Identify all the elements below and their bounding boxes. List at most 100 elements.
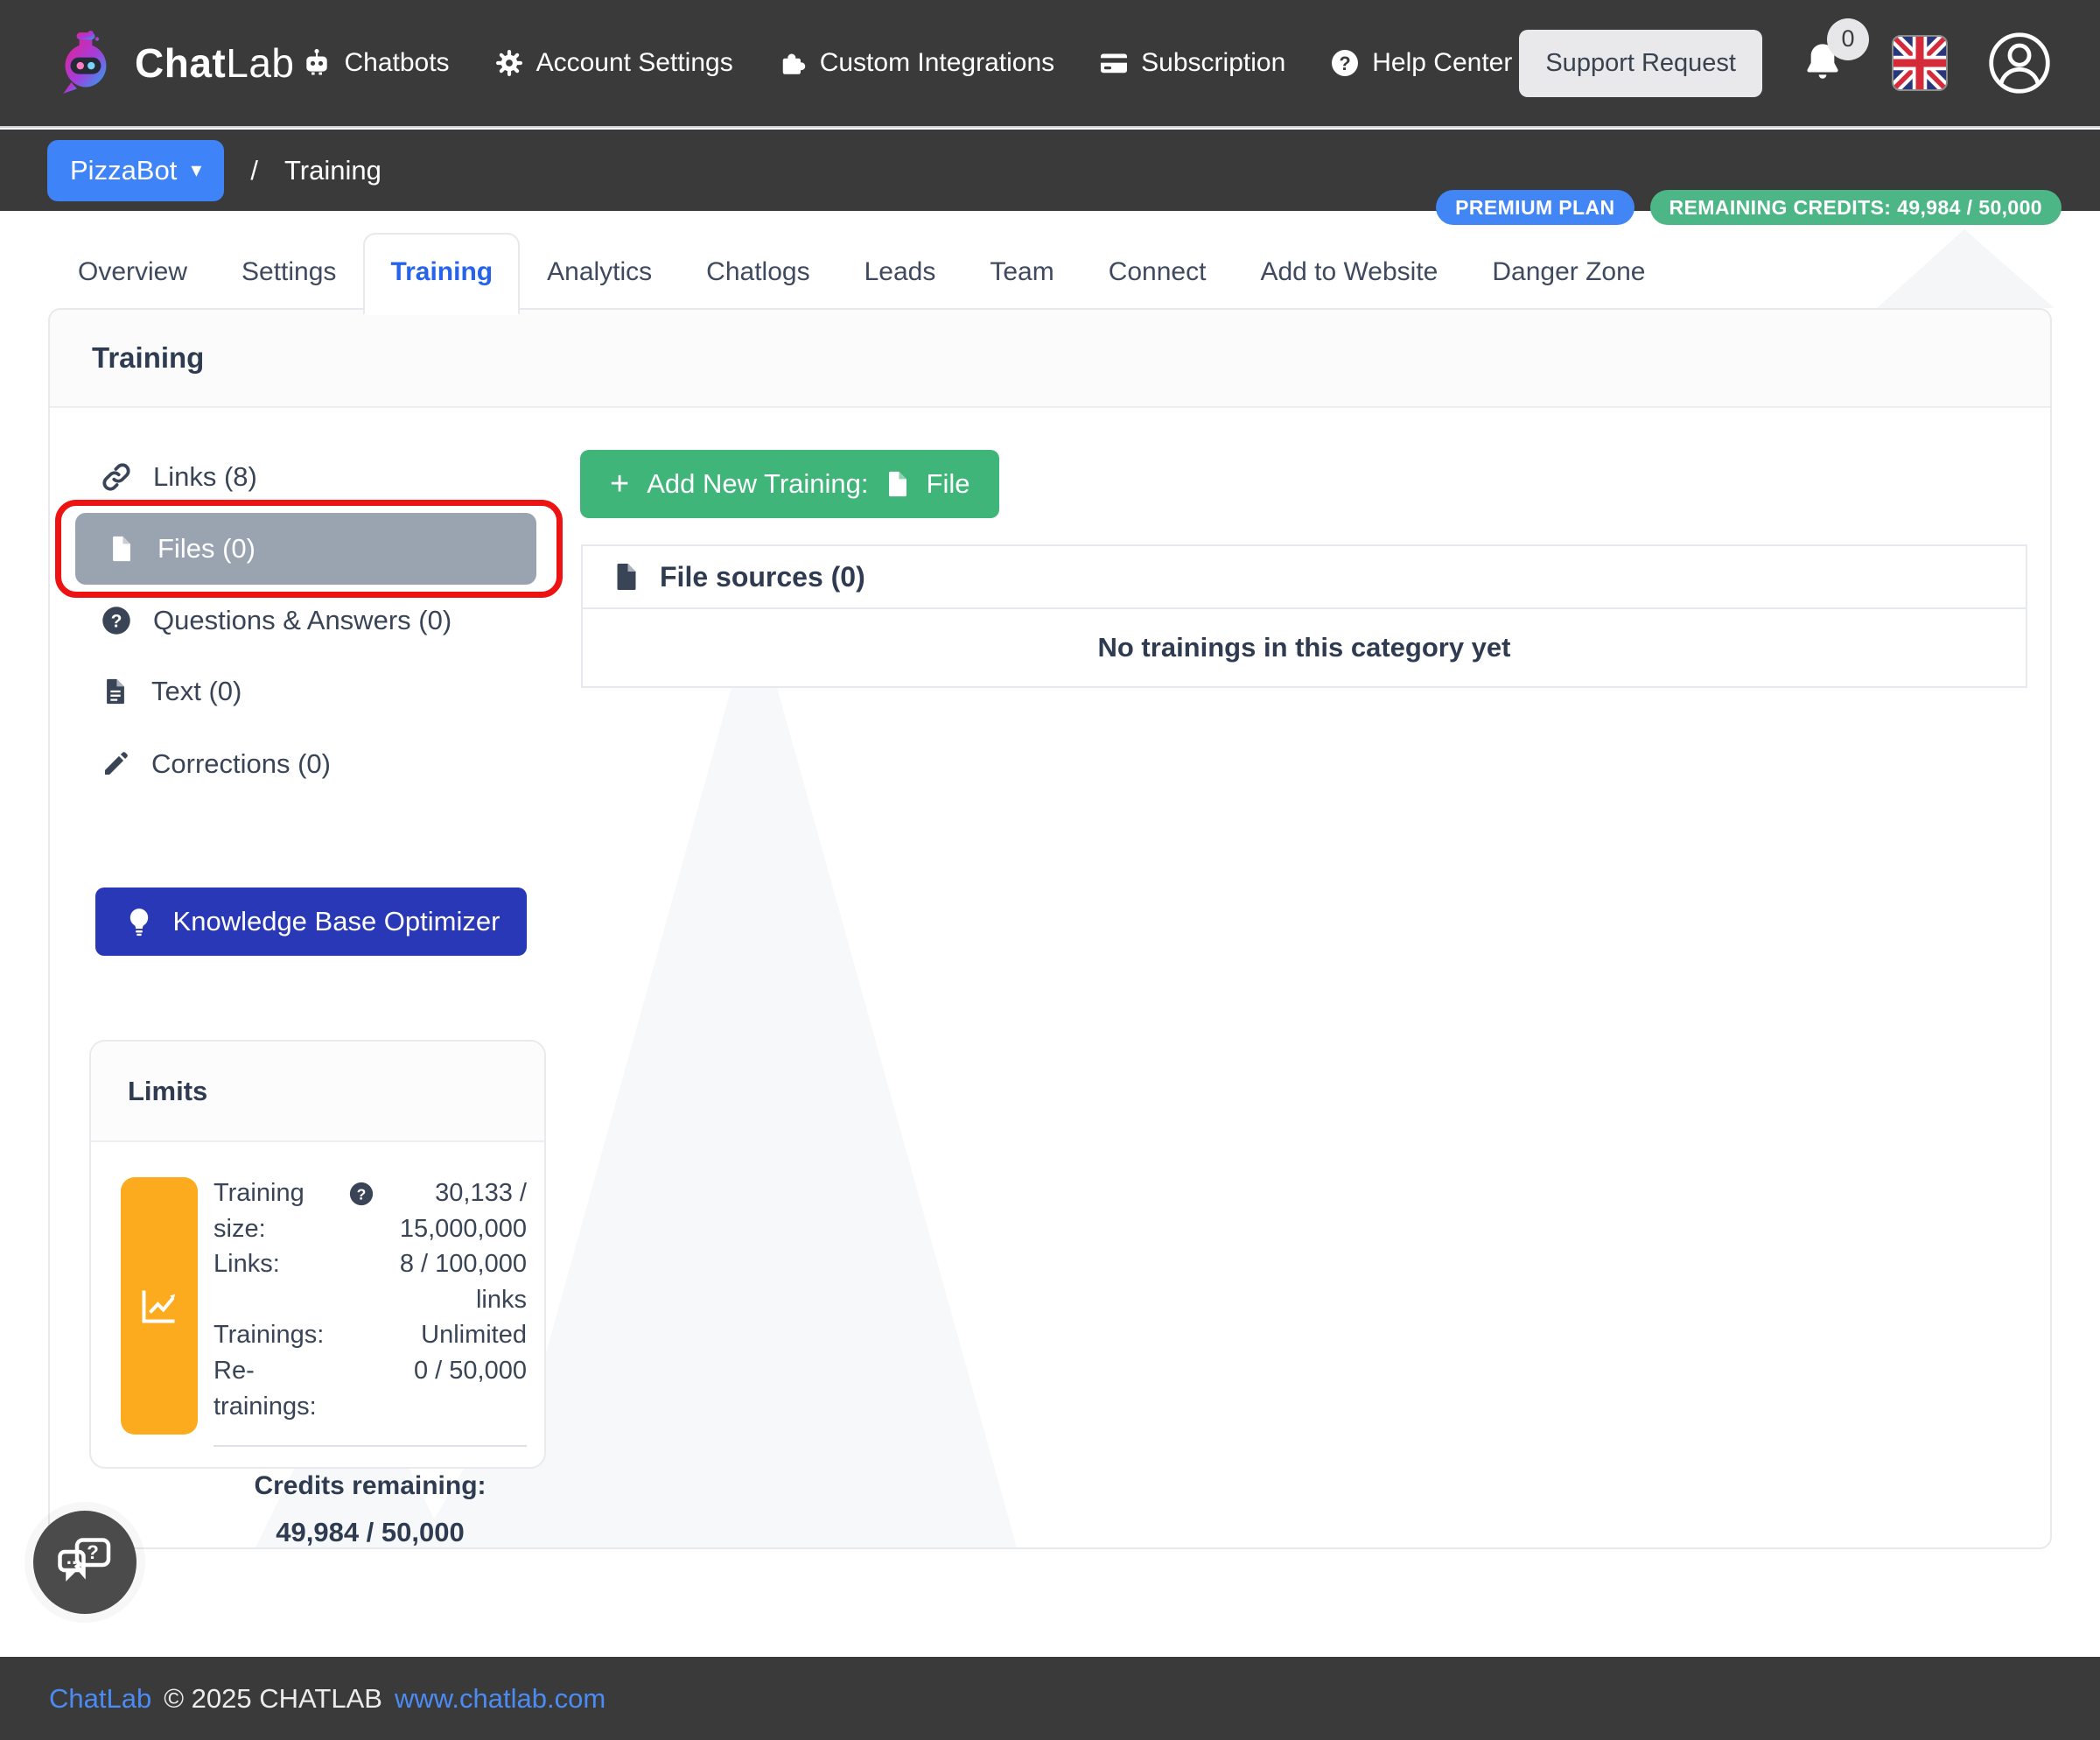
sidebar-item-label: Links (8) bbox=[153, 461, 257, 493]
svg-text:?: ? bbox=[1340, 53, 1351, 74]
usage-chart-tile bbox=[121, 1177, 198, 1435]
text-document-icon bbox=[101, 677, 130, 706]
nav-item-account-settings[interactable]: Account Settings bbox=[494, 47, 733, 79]
limit-label: Links: bbox=[214, 1246, 346, 1282]
limit-label: Trainings: bbox=[214, 1317, 346, 1353]
notification-count-badge: 0 bbox=[1827, 18, 1869, 60]
tab-overview[interactable]: Overview bbox=[51, 233, 214, 315]
chatlab-flask-icon bbox=[47, 25, 124, 102]
chatlab-logo[interactable]: ChatLab bbox=[47, 25, 294, 102]
limits-card: Limits Training size: ? bbox=[89, 1040, 546, 1469]
language-flag-uk-icon[interactable] bbox=[1892, 35, 1948, 91]
puzzle-icon bbox=[777, 47, 808, 79]
limit-row-links: Links: 8 / 100,000 links bbox=[214, 1246, 527, 1317]
svg-text:?: ? bbox=[87, 1541, 99, 1563]
plan-badges: PREMIUM PLAN REMAINING CREDITS: 49,984 /… bbox=[1436, 190, 2062, 225]
tab-leads[interactable]: Leads bbox=[837, 233, 963, 315]
footer-copyright: © 2025 CHATLAB bbox=[164, 1683, 382, 1715]
bot-name: PizzaBot bbox=[70, 155, 177, 186]
gear-icon bbox=[494, 47, 525, 79]
pencil-icon bbox=[101, 749, 130, 779]
bot-selector-button[interactable]: PizzaBot ▾ bbox=[47, 140, 224, 201]
tab-add-to-website[interactable]: Add to Website bbox=[1233, 233, 1465, 315]
tab-analytics[interactable]: Analytics bbox=[520, 233, 679, 315]
limit-value: 30,133 / 15,000,000 bbox=[378, 1175, 527, 1246]
credit-card-icon bbox=[1098, 47, 1130, 79]
credits-remaining-value: 49,984 / 50,000 bbox=[214, 1517, 527, 1548]
top-navbar: ChatLab Chatbots Acc bbox=[0, 0, 2100, 128]
file-sources-title: File sources (0) bbox=[660, 561, 865, 593]
breadcrumb-separator: / bbox=[250, 155, 258, 186]
page-footer: ChatLab © 2025 CHATLAB www.chatlab.com bbox=[0, 1657, 2100, 1740]
nav-item-subscription[interactable]: Subscription bbox=[1098, 47, 1285, 79]
limit-label: Re-trainings: bbox=[214, 1353, 346, 1424]
add-new-training-file-button[interactable]: + Add New Training: File bbox=[580, 450, 999, 518]
sidebar-item-text[interactable]: Text (0) bbox=[50, 666, 575, 717]
question-circle-icon: ? bbox=[101, 605, 132, 636]
nav-item-chatbots[interactable]: Chatbots bbox=[301, 47, 449, 79]
sidebar-item-label: Questions & Answers (0) bbox=[153, 605, 452, 636]
limits-divider bbox=[214, 1445, 527, 1447]
limit-row-training-size: Training size: ? 30,133 / 15,000,000 bbox=[214, 1175, 527, 1246]
tab-settings[interactable]: Settings bbox=[214, 233, 363, 315]
sidebar-item-questions-answers[interactable]: ? Questions & Answers (0) bbox=[50, 595, 575, 646]
file-sources-table: File sources (0) No trainings in this ca… bbox=[581, 544, 2027, 688]
sidebar-item-corrections[interactable]: Corrections (0) bbox=[50, 739, 575, 789]
nav-item-help-center[interactable]: ? Help Center bbox=[1329, 47, 1512, 79]
tab-chatlogs[interactable]: Chatlogs bbox=[679, 233, 836, 315]
file-sources-header: File sources (0) bbox=[583, 546, 2026, 609]
plus-icon: + bbox=[610, 467, 629, 501]
remaining-credits-badge: REMAINING CREDITS: 49,984 / 50,000 bbox=[1650, 190, 2062, 225]
footer-brand-link[interactable]: ChatLab bbox=[49, 1683, 151, 1715]
sidebar-item-files-selected[interactable]: Files (0) bbox=[75, 513, 536, 585]
chat-widget-button[interactable]: ? .. bbox=[33, 1511, 136, 1614]
knowledge-base-optimizer-button[interactable]: Knowledge Base Optimizer bbox=[95, 888, 527, 956]
limit-value: 8 / 100,000 links bbox=[346, 1246, 527, 1317]
kb-optimizer-label: Knowledge Base Optimizer bbox=[173, 906, 500, 937]
training-card-header: Training bbox=[50, 310, 2050, 408]
nav-label: Account Settings bbox=[536, 48, 733, 78]
sidebar-item-links[interactable]: Links (8) bbox=[50, 452, 575, 502]
page-title: Training bbox=[92, 341, 204, 375]
nav-label: Chatbots bbox=[344, 48, 449, 78]
chat-bubbles-icon: ? .. bbox=[53, 1531, 116, 1594]
training-card: Training Links (8) Files (0) ? Questions… bbox=[48, 308, 2052, 1549]
nav-label: Help Center bbox=[1372, 48, 1512, 78]
nav-item-custom-integrations[interactable]: Custom Integrations bbox=[777, 47, 1054, 79]
sidebar-item-label: Corrections (0) bbox=[151, 748, 331, 780]
sidebar-item-label: Files (0) bbox=[158, 533, 256, 565]
bot-tabs: Overview Settings Training Analytics Cha… bbox=[51, 233, 1672, 315]
brand-wordmark: ChatLab bbox=[135, 39, 294, 87]
tab-team[interactable]: Team bbox=[962, 233, 1081, 315]
add-button-label: Add New Training: bbox=[647, 468, 868, 500]
nav-label: Subscription bbox=[1141, 48, 1285, 78]
limit-value: 0 / 50,000 bbox=[346, 1353, 527, 1389]
limit-row-trainings: Trainings: Unlimited bbox=[214, 1317, 527, 1353]
chevron-down-icon: ▾ bbox=[191, 160, 201, 181]
navbar-right-controls: Support Request 0 bbox=[1519, 30, 2053, 97]
robot-icon bbox=[301, 47, 332, 79]
svg-text:..: .. bbox=[66, 1547, 78, 1568]
credits-remaining-label: Credits remaining: bbox=[214, 1471, 527, 1501]
empty-state-message: No trainings in this category yet bbox=[583, 609, 2026, 686]
support-request-button[interactable]: Support Request bbox=[1519, 30, 1762, 97]
notifications-bell[interactable]: 0 bbox=[1801, 39, 1844, 88]
breadcrumb-current-page: Training bbox=[284, 155, 382, 186]
limit-row-retrainings: Re-trainings: 0 / 50,000 bbox=[214, 1353, 527, 1424]
limits-card-body: Training size: ? 30,133 / 15,000,000 Lin… bbox=[91, 1142, 544, 1548]
svg-text:?: ? bbox=[111, 612, 122, 632]
add-button-target: File bbox=[927, 468, 970, 500]
sidebar-item-label: Text (0) bbox=[151, 676, 242, 707]
help-icon[interactable]: ? bbox=[348, 1181, 374, 1207]
tab-training[interactable]: Training bbox=[363, 233, 520, 315]
user-avatar-icon[interactable] bbox=[1986, 30, 2053, 96]
limit-value: Unlimited bbox=[346, 1317, 527, 1353]
annotation-highlight-box: Files (0) bbox=[55, 500, 563, 598]
tab-danger-zone[interactable]: Danger Zone bbox=[1465, 233, 1672, 315]
footer-website-link[interactable]: www.chatlab.com bbox=[395, 1683, 606, 1715]
nav-label: Custom Integrations bbox=[820, 48, 1054, 78]
tab-connect[interactable]: Connect bbox=[1082, 233, 1234, 315]
limits-title: Limits bbox=[128, 1076, 207, 1107]
file-icon bbox=[107, 534, 136, 564]
limit-label: Training size: bbox=[214, 1175, 346, 1246]
